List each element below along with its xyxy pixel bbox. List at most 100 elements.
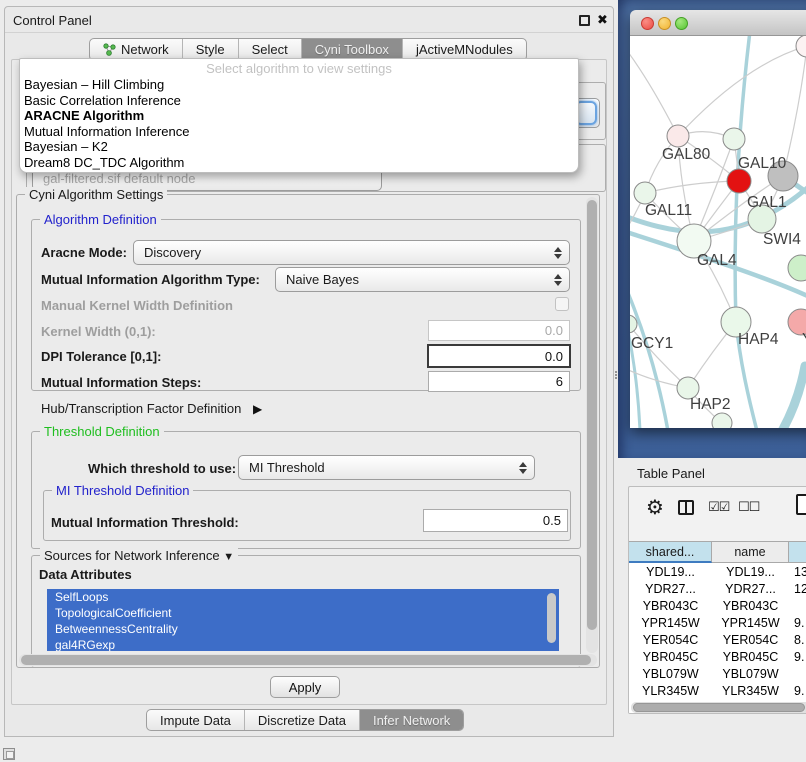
gear-icon[interactable]: ⚙ <box>646 495 664 520</box>
network-edge[interactable] <box>783 46 806 176</box>
scrollbar-thumb[interactable] <box>21 655 591 665</box>
aracne-mode-value: Discovery <box>144 245 201 260</box>
columns-icon[interactable] <box>678 500 694 515</box>
settings-group-title: Cyni Algorithm Settings <box>25 187 167 202</box>
table-cell: YBR043C <box>629 597 712 614</box>
table-cell: YPR145W <box>712 614 789 631</box>
document-icon[interactable] <box>796 494 806 515</box>
data-attribute-item[interactable]: SelfLoops <box>47 589 559 605</box>
close-icon[interactable]: ✖ <box>597 12 608 28</box>
data-attribute-item[interactable]: gal4RGexp <box>47 637 559 651</box>
table-row[interactable]: YDR27...YDR27...12 <box>629 580 806 597</box>
table-row[interactable]: YBR045CYBR045C9. <box>629 648 806 665</box>
algorithm-option[interactable]: Dream8 DC_TDC Algorithm <box>20 155 578 171</box>
tab-style[interactable]: Style <box>183 39 239 60</box>
table-cell: 13 <box>789 563 806 580</box>
algorithm-option[interactable]: Bayesian – Hill Climbing <box>20 77 578 93</box>
settings-vertical-scrollbar[interactable] <box>586 197 598 653</box>
network-node[interactable] <box>796 36 806 57</box>
table-row[interactable]: YLR345WYLR345W9. <box>629 682 806 699</box>
table-row[interactable]: YBR043CYBR043C <box>629 597 806 614</box>
apply-button[interactable]: Apply <box>270 676 340 698</box>
tab-label: Select <box>252 42 288 57</box>
scrollbar-thumb[interactable] <box>587 200 597 630</box>
network-node[interactable] <box>667 125 689 147</box>
list-scrollbar[interactable] <box>547 593 556 643</box>
float-panel-icon[interactable] <box>579 15 590 26</box>
tab-cyni-toolbox[interactable]: Cyni Toolbox <box>302 39 403 60</box>
spinner-arrows-icon <box>554 247 562 259</box>
network-edge[interactable] <box>782 366 805 428</box>
minimize-window-icon[interactable] <box>658 17 671 30</box>
data-attribute-item[interactable]: BetweennessCentrality <box>47 621 559 637</box>
mi-steps-field[interactable]: 6 <box>428 371 570 392</box>
tab-discretize-data[interactable]: Discretize Data <box>245 710 360 730</box>
kernel-width-field[interactable]: 0.0 <box>428 320 570 341</box>
tab-infer-network[interactable]: Infer Network <box>360 710 463 730</box>
tab-impute-data[interactable]: Impute Data <box>147 710 245 730</box>
tab-jactivemnodules[interactable]: jActiveMNodules <box>403 39 526 60</box>
table-horizontal-scrollbar[interactable] <box>631 702 806 713</box>
column-header-partial[interactable] <box>789 541 806 563</box>
data-attributes-list[interactable]: SelfLoopsTopologicalCoefficientBetweenne… <box>47 589 559 651</box>
settings-horizontal-scrollbar[interactable] <box>19 654 597 666</box>
data-attribute-item[interactable]: TopologicalCoefficient <box>47 605 559 621</box>
close-window-icon[interactable] <box>641 17 654 30</box>
dpi-tolerance-field[interactable]: 0.0 <box>427 344 571 368</box>
chevron-down-icon[interactable]: ▼ <box>223 551 234 563</box>
deselect-all-checkboxes-icon[interactable]: ☐☐ <box>738 499 759 515</box>
node-label: GCY1 <box>631 335 673 352</box>
algorithm-option[interactable]: ARACNE Algorithm <box>20 108 578 124</box>
table-panel-box: ⚙ ☑☑ ☐☐ shared... name YDL19...YDL19...1… <box>628 486 806 714</box>
algorithm-option[interactable]: Bayesian – K2 <box>20 139 578 155</box>
network-edge[interactable] <box>645 181 739 193</box>
table-cell: YER054C <box>629 631 712 648</box>
network-node[interactable] <box>634 182 656 204</box>
table-cell: YDR27... <box>629 580 712 597</box>
column-header-shared-name[interactable]: shared... <box>629 541 712 563</box>
algorithm-option[interactable]: Basic Correlation Inference <box>20 93 578 109</box>
aracne-mode-combobox[interactable]: Discovery <box>133 240 570 265</box>
tab-label: Style <box>196 42 225 57</box>
scrollbar-thumb[interactable] <box>633 703 805 712</box>
tab-label: jActiveMNodules <box>416 42 513 57</box>
chevron-right-icon: ▶ <box>253 402 262 416</box>
network-node[interactable] <box>723 128 745 150</box>
network-canvas[interactable]: GAL80GAL10GAL11GAL1SWI4GAL4GCY1HAP4YHAP2 <box>630 36 806 428</box>
network-node[interactable] <box>712 413 732 428</box>
dropdown-items: Bayesian – Hill ClimbingBasic Correlatio… <box>20 77 578 170</box>
mi-type-combobox[interactable]: Naive Bayes <box>275 267 570 292</box>
node-label: GAL11 <box>645 202 692 219</box>
network-node[interactable] <box>727 169 751 193</box>
tab-network[interactable]: Network <box>90 39 183 60</box>
sources-title-text: Sources for Network Inference <box>44 548 220 563</box>
tab-select[interactable]: Select <box>239 39 302 60</box>
network-edge[interactable] <box>630 324 688 388</box>
manual-kernel-checkbox[interactable] <box>555 297 569 311</box>
zoom-window-icon[interactable] <box>675 17 688 30</box>
table-row[interactable]: YPR145WYPR145W9. <box>629 614 806 631</box>
node-label: GAL10 <box>738 155 787 172</box>
minimized-panel-icon[interactable] <box>3 748 15 760</box>
dpi-tolerance-label: DPI Tolerance [0,1]: <box>41 349 161 364</box>
table-row[interactable]: YBL079WYBL079W <box>629 665 806 682</box>
table-cell: YPR145W <box>629 614 712 631</box>
table-cell: YDR27... <box>712 580 789 597</box>
algorithm-option[interactable]: Mutual Information Inference <box>20 124 578 140</box>
network-node[interactable] <box>788 255 806 281</box>
table-cell: 8. <box>789 631 806 648</box>
hub-definition-expander[interactable]: Hub/Transcription Factor Definition ▶ <box>41 401 262 416</box>
which-threshold-label: Which threshold to use: <box>88 461 236 476</box>
table-row[interactable]: YER054CYER054C8. <box>629 631 806 648</box>
split-pane-handle[interactable] <box>614 371 618 380</box>
which-threshold-combobox[interactable]: MI Threshold <box>238 455 535 480</box>
mi-threshold-definition-title: MI Threshold Definition <box>52 483 193 498</box>
column-header-name[interactable]: name <box>712 541 789 563</box>
table-cell: YBR045C <box>712 648 789 665</box>
spinner-arrows-icon <box>519 462 527 474</box>
network-icon <box>103 43 116 56</box>
network-edge[interactable] <box>630 48 678 136</box>
mi-threshold-field[interactable]: 0.5 <box>423 509 568 532</box>
select-all-checkboxes-icon[interactable]: ☑☑ <box>708 499 729 515</box>
table-row[interactable]: YDL19...YDL19...13 <box>629 563 806 580</box>
